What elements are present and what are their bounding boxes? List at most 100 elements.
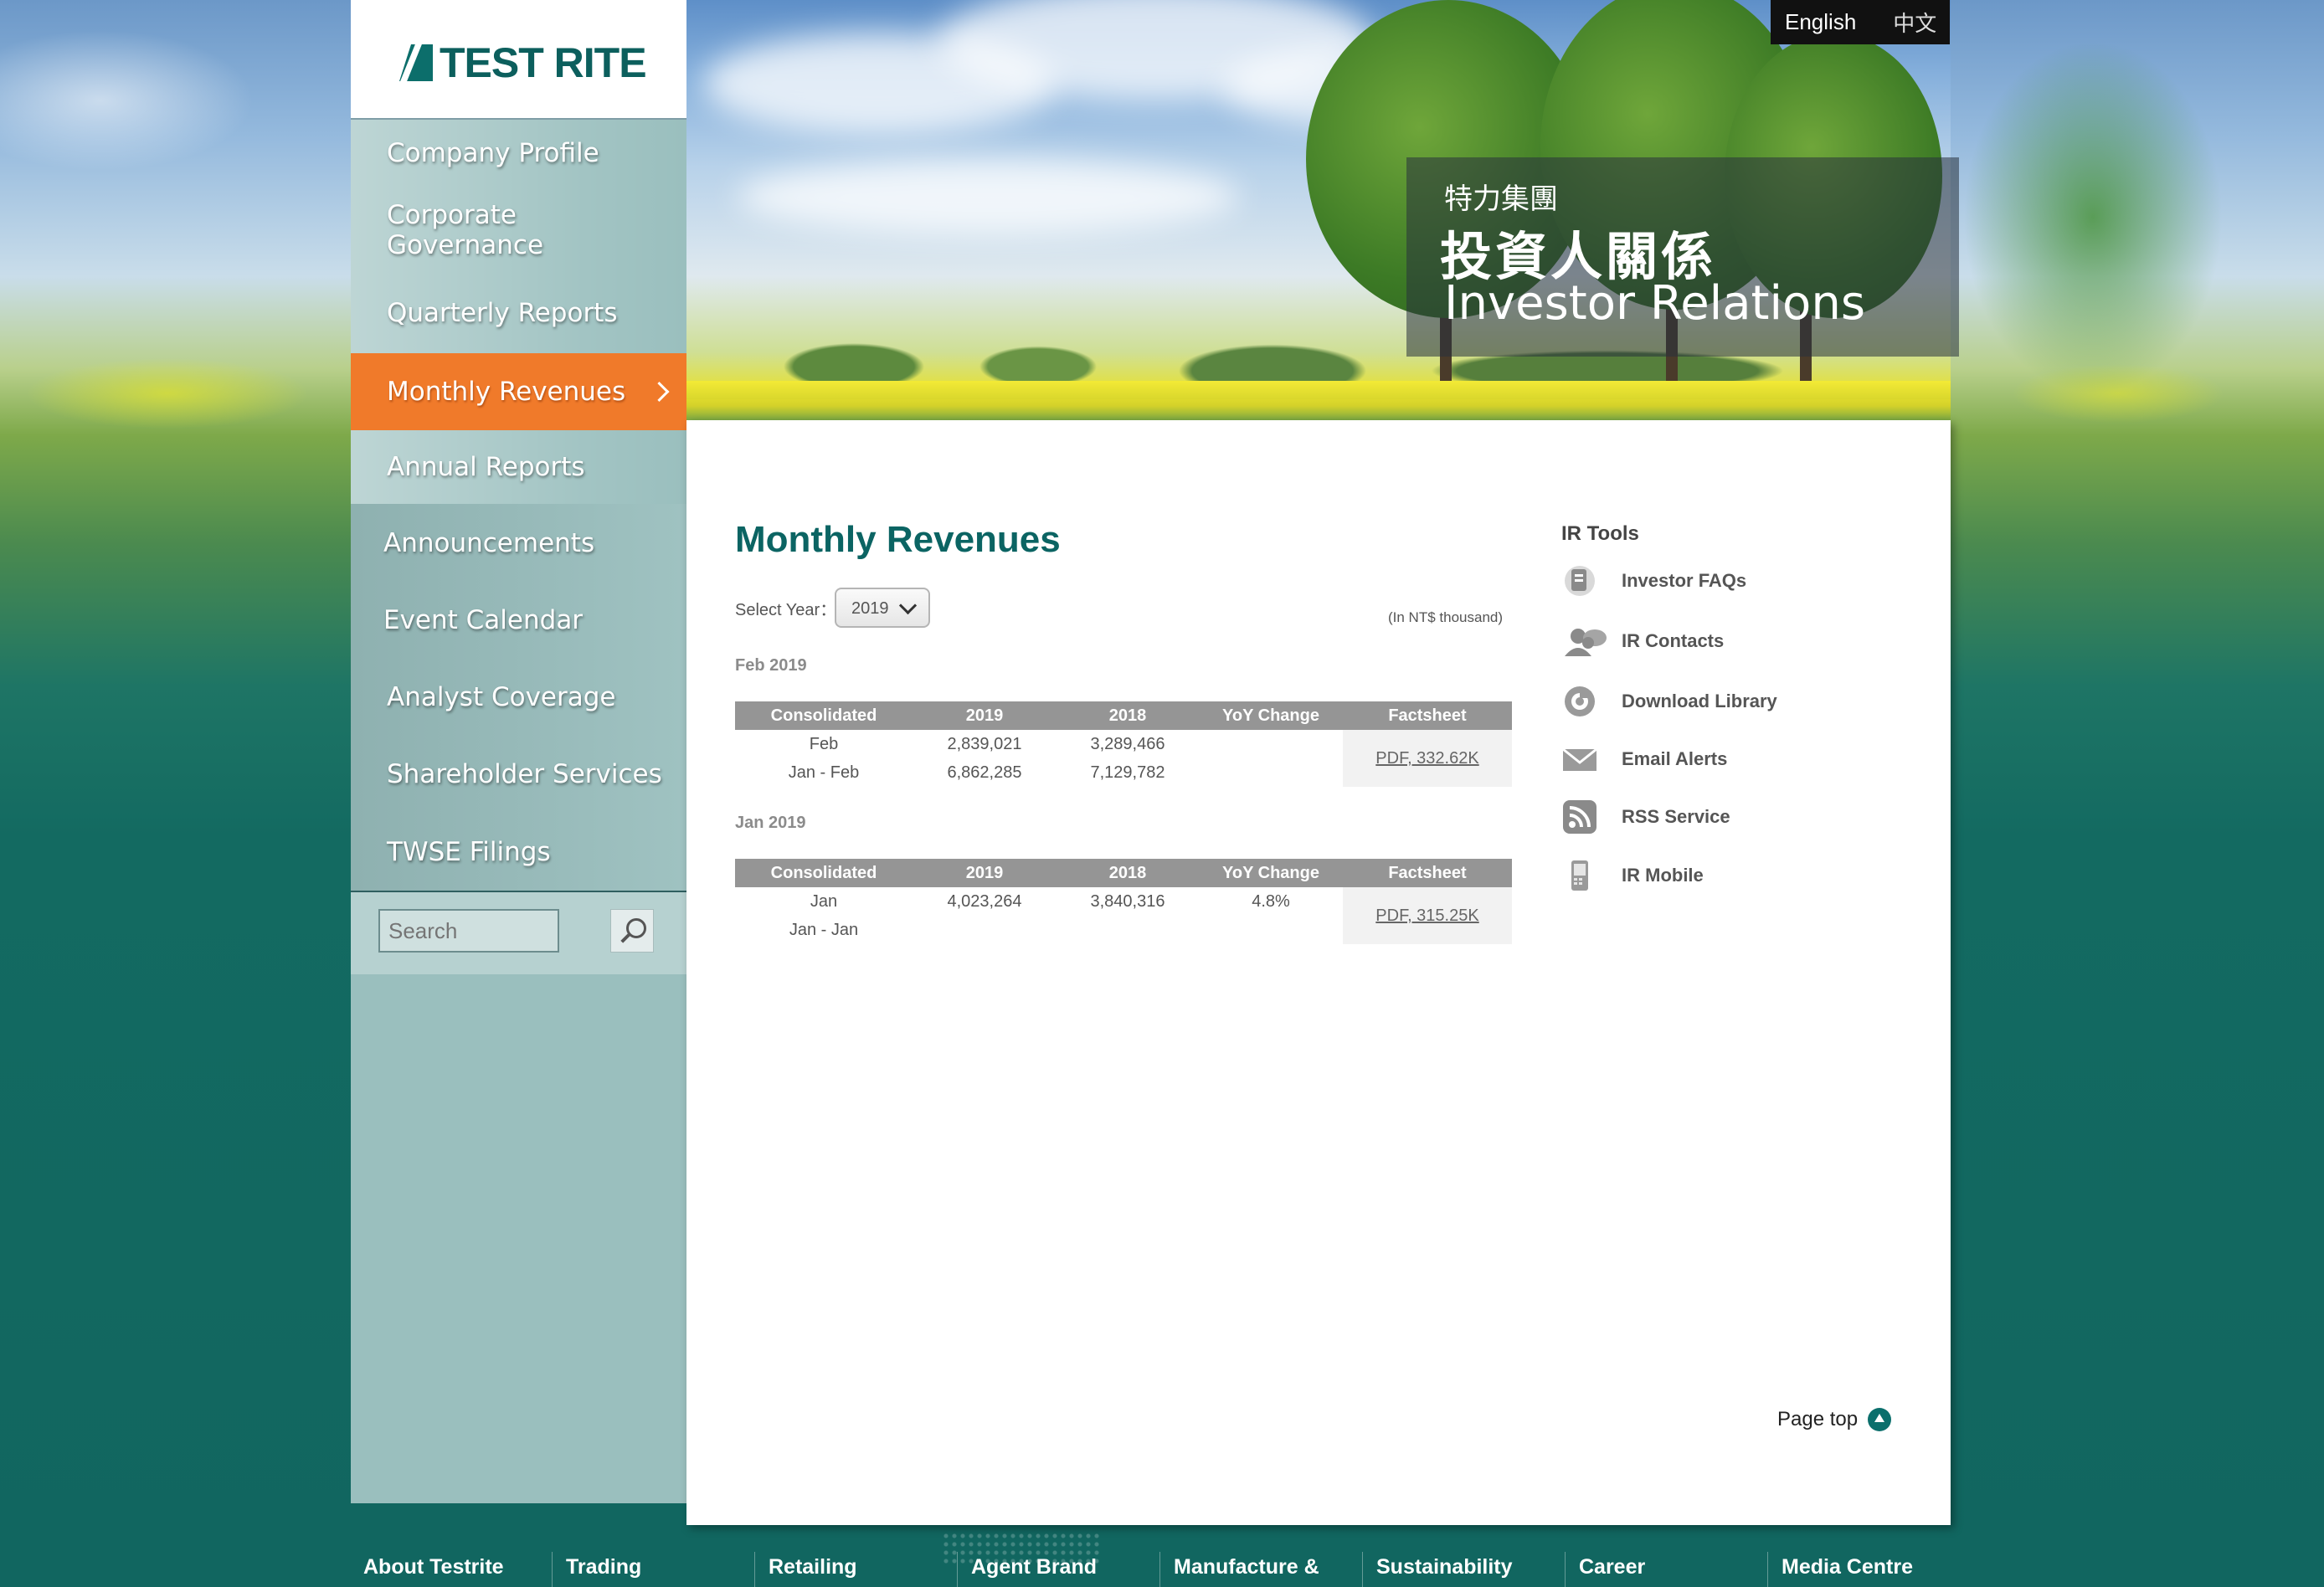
value-2019: [913, 916, 1057, 944]
group-name: 特力集團: [1444, 182, 1558, 216]
nav-analyst-coverage[interactable]: Analyst Coverage: [351, 659, 686, 736]
chevron-right-icon: [649, 381, 670, 403]
ir-tool-email-alerts[interactable]: Email Alerts: [1561, 741, 1727, 778]
ir-tool-label: RSS Service: [1622, 806, 1730, 827]
nav-label: Quarterly Reports: [387, 298, 618, 328]
page-title: Monthly Revenues: [735, 519, 1061, 560]
logo-area[interactable]: TEST RITE: [351, 0, 686, 120]
testrite-logo[interactable]: TEST RITE: [389, 39, 647, 87]
column-header: 2018: [1057, 701, 1199, 730]
nav-announcements[interactable]: Announcements: [351, 504, 686, 582]
column-header: YoY Change: [1199, 859, 1343, 887]
ir-tools-title: IR Tools: [1561, 522, 1639, 545]
background-right-scenery: [1951, 0, 2324, 753]
document-icon: [1561, 562, 1598, 599]
value-yoy: [1199, 916, 1343, 944]
nav-label: Corporate Governance: [387, 199, 544, 260]
footer-divider: [552, 1552, 553, 1587]
footer-link-sustainability[interactable]: Sustainability: [1376, 1555, 1513, 1579]
ir-tool-rss-service[interactable]: RSS Service: [1561, 799, 1730, 835]
main-content: Monthly Revenues Select Year： 2019 (In N…: [686, 420, 1951, 1525]
nav-label: Monthly Revenues: [387, 377, 626, 407]
ir-tool-label: Investor FAQs: [1622, 570, 1747, 591]
chevron-down-icon: [898, 596, 918, 615]
ir-tool-download-library[interactable]: Download Library: [1561, 683, 1777, 720]
footer-link-media-centre[interactable]: Media Centre: [1782, 1555, 1913, 1579]
ir-tool-ir-mobile[interactable]: IR Mobile: [1561, 857, 1704, 894]
value-2019: 4,023,264: [947, 891, 1022, 911]
row-label: Feb: [809, 734, 839, 753]
logo-text: TEST RITE: [440, 39, 647, 86]
arrow-up-icon: [1868, 1408, 1892, 1431]
nav-shareholder-services[interactable]: Shareholder Services: [351, 736, 686, 813]
mobile-icon: [1561, 857, 1598, 894]
nav-monthly-revenues[interactable]: Monthly Revenues: [351, 353, 686, 430]
language-chinese-link[interactable]: 中文: [1893, 7, 1936, 38]
year-select-value: 2019: [851, 599, 889, 618]
footer-link-about[interactable]: About Testrite: [363, 1555, 504, 1579]
column-header: Consolidated: [735, 701, 913, 730]
footer-link-retailing[interactable]: Retailing: [769, 1555, 857, 1579]
sidebar-nav: Company Profile Corporate Governance Qua…: [351, 120, 686, 891]
column-header: Consolidated: [735, 859, 913, 887]
page-top-label: Page top: [1777, 1408, 1859, 1430]
column-header: Factsheet: [1343, 701, 1512, 730]
envelope-icon: [1561, 741, 1598, 778]
footer-divider: [1767, 1552, 1768, 1587]
testrite-logo-icon: [389, 44, 433, 81]
row-label: Jan - Jan: [789, 920, 859, 939]
value-yoy: [1199, 730, 1343, 758]
sidebar: TEST RITE Company Profile Corporate Gove…: [351, 0, 686, 1503]
rss-icon: [1561, 799, 1598, 835]
nav-corporate-governance[interactable]: Corporate Governance: [351, 187, 686, 273]
search-area: [351, 891, 686, 974]
search-input[interactable]: [378, 909, 559, 953]
footer-link-agent-brand[interactable]: Agent Brand: [971, 1555, 1097, 1579]
factsheet-pdf-link[interactable]: PDF, 332.62K: [1375, 749, 1478, 768]
column-header: 2018: [1057, 859, 1199, 887]
nav-company-profile[interactable]: Company Profile: [351, 120, 686, 187]
value-2018: 3,840,316: [1090, 891, 1165, 911]
row-label: Jan: [810, 891, 838, 911]
nav-event-calendar[interactable]: Event Calendar: [351, 582, 686, 659]
table-row: Feb 2,839,021 3,289,466 PDF, 332.62K: [735, 730, 1512, 787]
contacts-icon: [1561, 623, 1608, 660]
column-header: YoY Change: [1199, 701, 1343, 730]
language-english-link[interactable]: English: [1785, 9, 1856, 35]
footer-link-manufacture[interactable]: Manufacture &: [1174, 1555, 1319, 1579]
nav-twse-filings[interactable]: TWSE Filings: [351, 813, 686, 891]
investor-relations-title-panel: 特力集團 投資人關係 Investor Relations: [1406, 157, 1959, 357]
unit-note: (In NT$ thousand): [1388, 609, 1504, 625]
year-select[interactable]: 2019: [835, 588, 930, 628]
footer-divider: [754, 1552, 755, 1587]
factsheet-pdf-link[interactable]: PDF, 315.25K: [1375, 906, 1478, 925]
factsheet-cell: PDF, 315.25K: [1343, 887, 1512, 944]
select-year-label: Select Year：: [735, 601, 837, 619]
table-header-row: Consolidated 2019 2018 YoY Change Factsh…: [735, 859, 1512, 887]
ir-tool-ir-contacts[interactable]: IR Contacts: [1561, 623, 1724, 660]
column-header: Factsheet: [1343, 859, 1512, 887]
ir-tool-label: Download Library: [1622, 691, 1777, 711]
nav-quarterly-reports[interactable]: Quarterly Reports: [351, 273, 686, 353]
ir-tool-investor-faqs[interactable]: Investor FAQs: [1561, 562, 1746, 599]
nav-annual-reports[interactable]: Annual Reports: [351, 430, 686, 504]
footer-nav: About Testrite Trading Retailing Agent B…: [351, 1538, 1951, 1587]
value-2018: [1057, 916, 1199, 944]
footer-divider: [1565, 1552, 1566, 1587]
value-2018: 3,289,466: [1090, 734, 1165, 753]
page-top-link[interactable]: Page top: [1777, 1408, 1892, 1431]
footer-divider: [957, 1552, 958, 1587]
nav-label: Annual Reports: [387, 452, 585, 482]
footer-link-career[interactable]: Career: [1579, 1555, 1645, 1579]
nav-label: Company Profile: [387, 138, 599, 168]
table-header-row: Consolidated 2019 2018 YoY Change Factsh…: [735, 701, 1512, 730]
column-header: 2019: [913, 859, 1057, 887]
search-button[interactable]: [610, 909, 654, 953]
ir-tool-label: IR Mobile: [1622, 865, 1704, 886]
value-2018: 7,129,782: [1090, 763, 1165, 782]
footer-divider: [1159, 1552, 1160, 1587]
value-yoy: 4.8%: [1252, 891, 1290, 911]
nav-label: Shareholder Services: [387, 759, 662, 789]
table-row: Jan 4,023,264 3,840,316 4.8% PDF, 315.25…: [735, 887, 1512, 944]
footer-link-trading[interactable]: Trading: [566, 1555, 641, 1579]
